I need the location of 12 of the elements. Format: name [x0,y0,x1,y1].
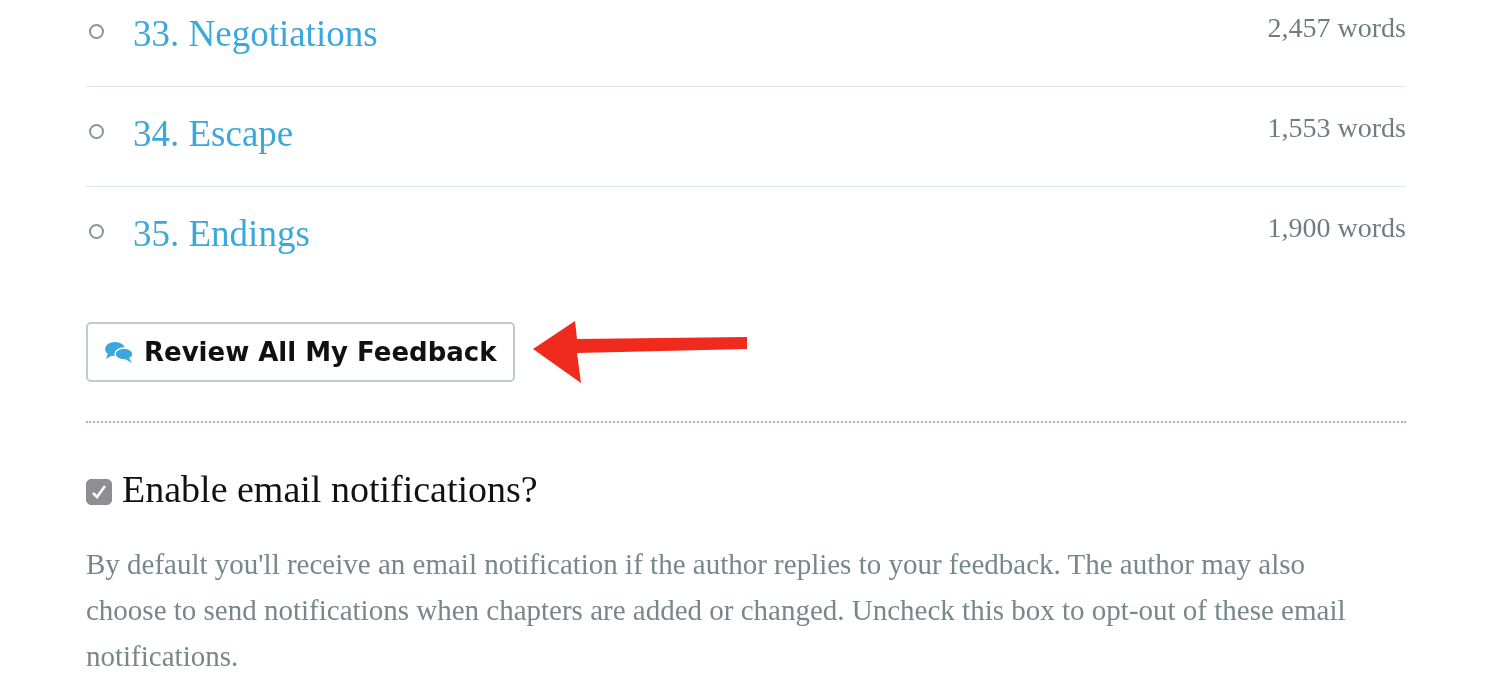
notification-description: By default you'll receive an email notification if the author replies to your feedback. The author may also choose to send notifications when chapters are added or changed. Uncheck this box to opt-out of these email notifications. [86,547,1347,674]
word-count: 1,900 words [1267,211,1406,245]
checkbox-label: Enable email notifications? [122,467,538,511]
chapter-link[interactable]: 33. Negotiations [133,10,378,58]
chapter-link[interactable]: 35. Endings [133,210,310,258]
chat-bubbles-icon [104,340,134,364]
review-feedback-button[interactable]: Review All My Feedback [86,322,515,382]
checkbox[interactable] [86,479,112,505]
checkmark-icon [91,484,107,500]
word-count: 2,457 words [1267,11,1406,45]
word-count: 1,553 words [1267,111,1406,145]
chapter-link[interactable]: 34. Escape [133,110,294,158]
